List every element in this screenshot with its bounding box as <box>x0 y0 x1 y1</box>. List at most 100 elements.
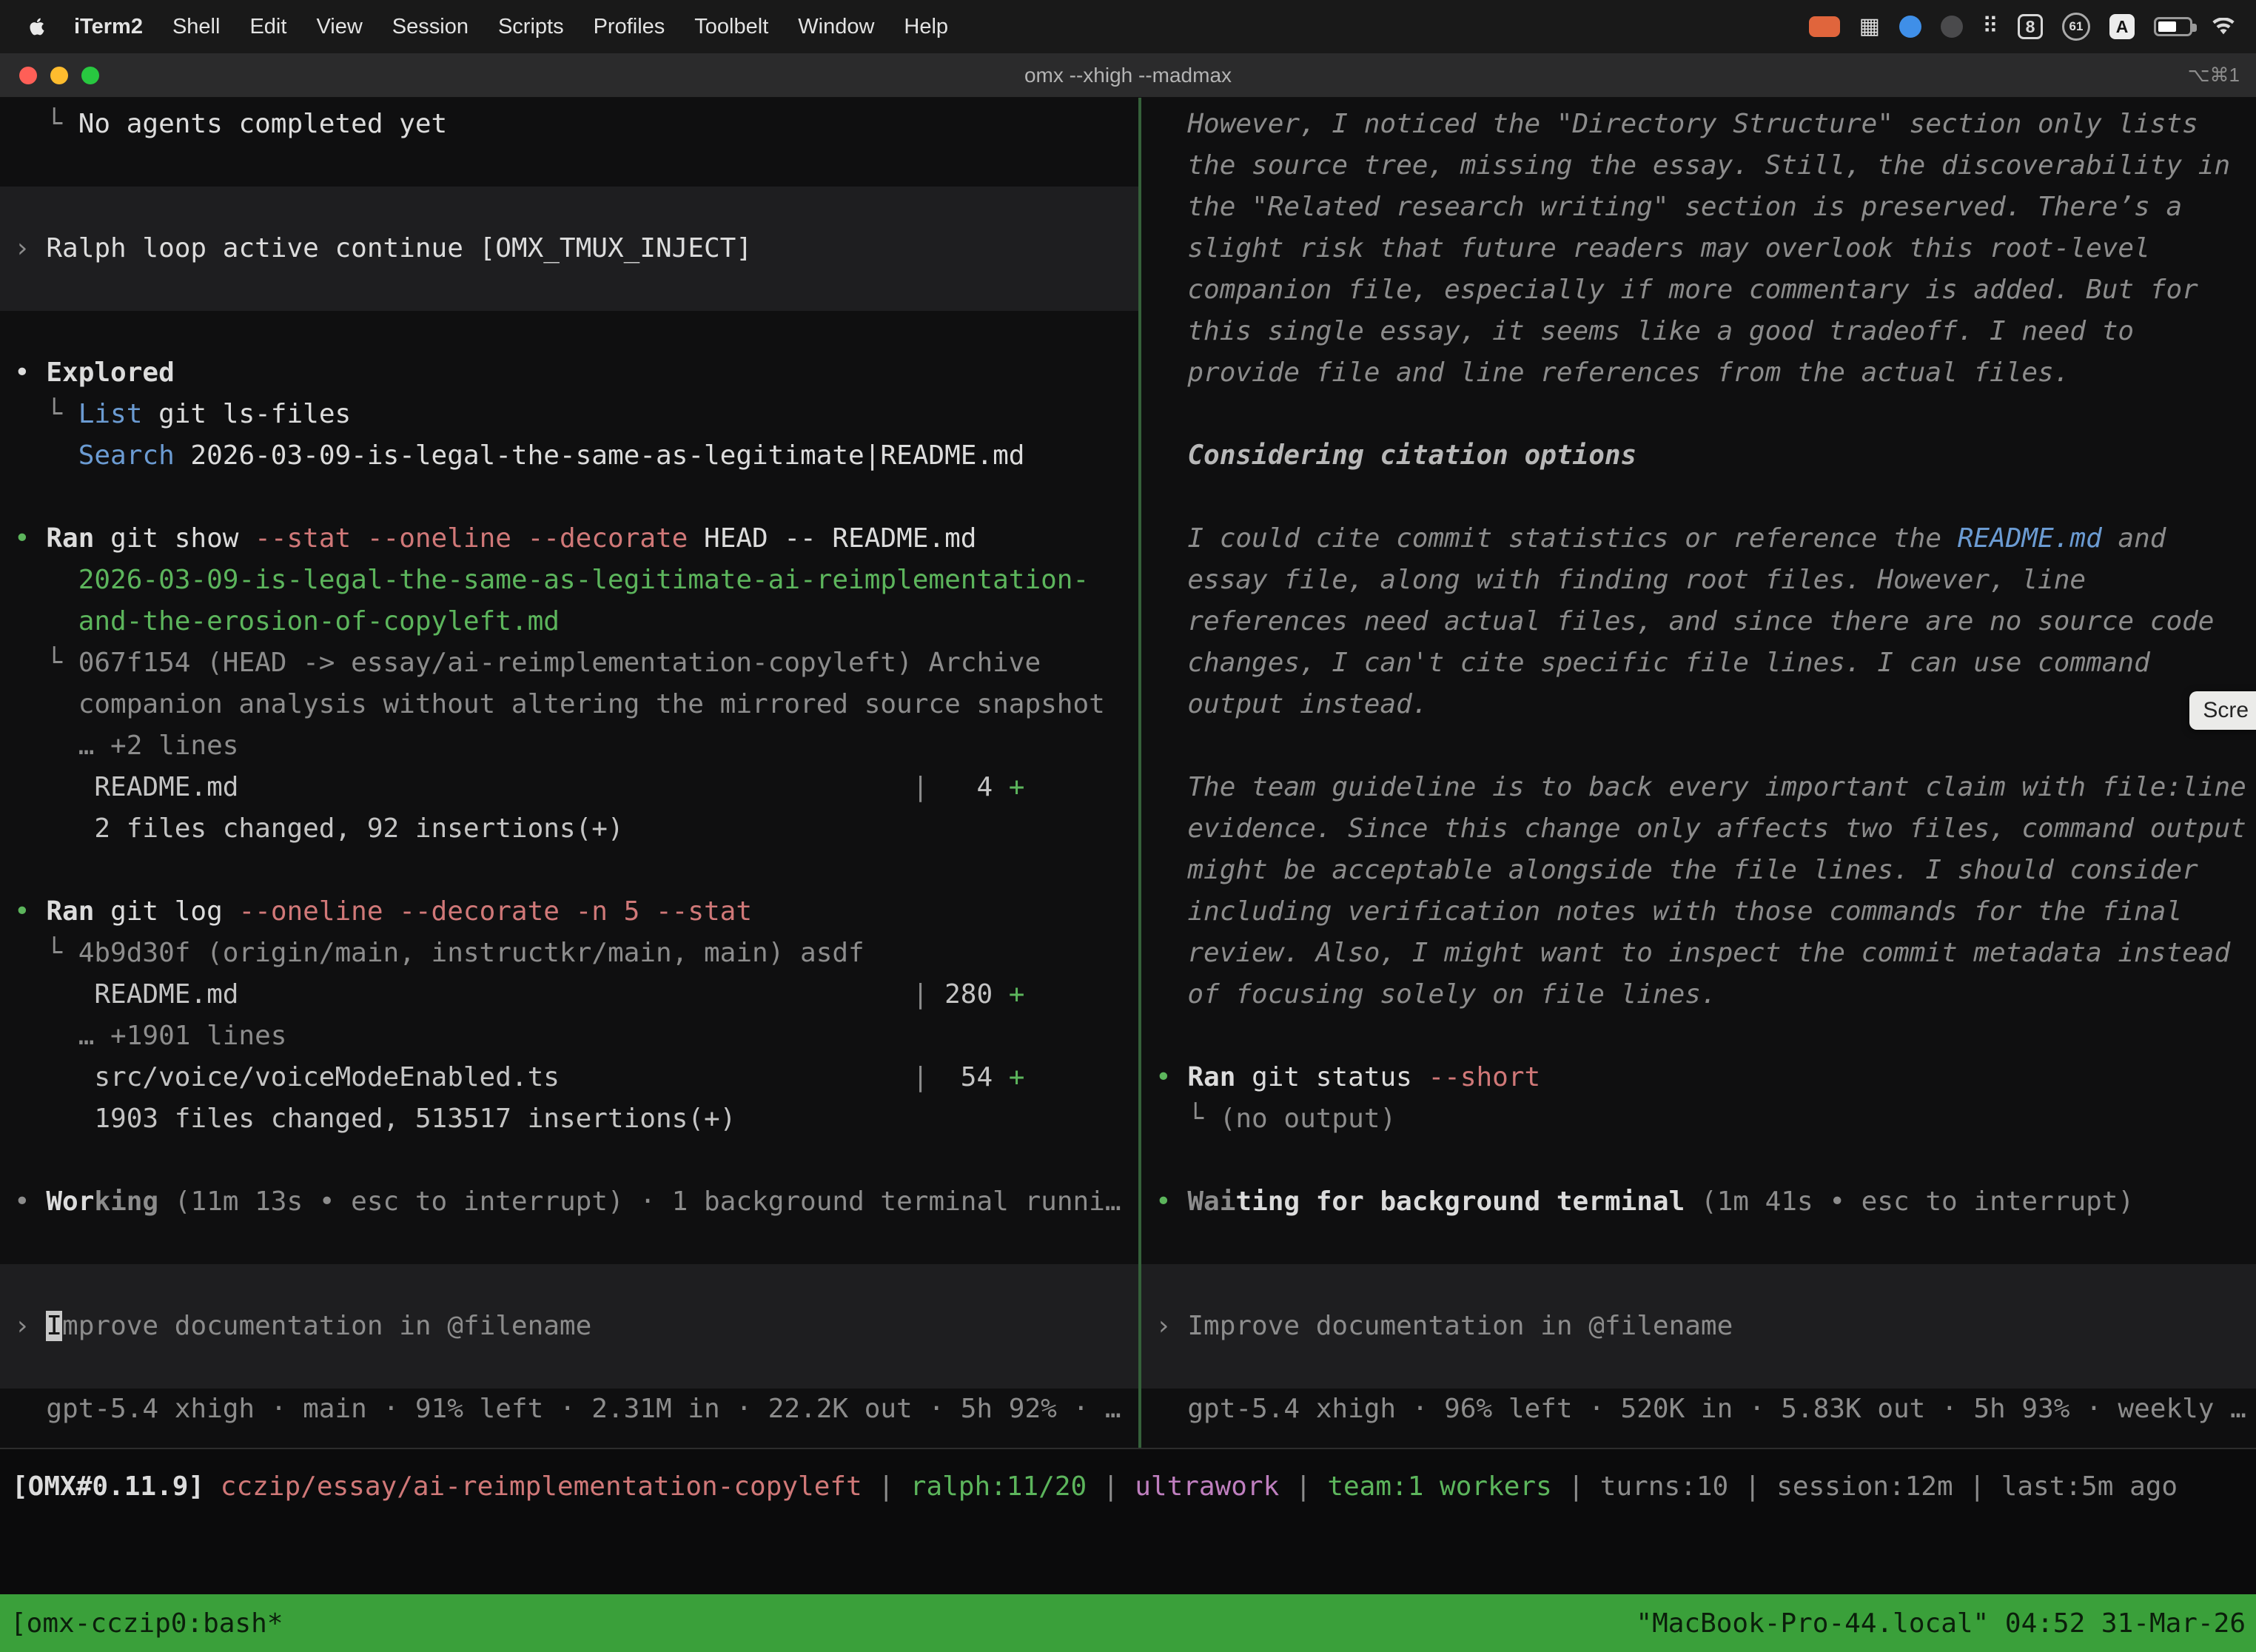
terminal-line <box>0 850 1138 891</box>
terminal-line <box>0 1347 1138 1389</box>
terminal-line: 2026-03-09-is-legal-the-same-as-legitima… <box>0 560 1138 601</box>
context-stats-line: gpt-5.4 xhigh · 96% left · 520K in · 5.8… <box>1141 1389 2256 1430</box>
terminal-line: • Ran git log --oneline --decorate -n 5 … <box>0 891 1138 933</box>
apple-icon <box>30 17 44 36</box>
bottom-gap <box>0 1511 2256 1594</box>
terminal-line: companion file, especially if more comme… <box>1141 269 2256 311</box>
status-segment: team:1 workers <box>1327 1471 1551 1502</box>
terminal-line: README.md | 4 + <box>0 767 1138 808</box>
terminal-line: references need actual files, and since … <box>1141 601 2256 642</box>
menu-item-scripts[interactable]: Scripts <box>498 15 564 39</box>
tmux-host-clock: "MacBook-Pro-44.local" 04:52 31-Mar-26 <box>1636 1608 2246 1639</box>
screen-recording-icon[interactable] <box>1809 16 1840 37</box>
screen-tooltip[interactable]: Scre <box>2189 691 2256 730</box>
dots-grid-icon[interactable]: ⠿ <box>1982 16 1998 38</box>
thinking-heading: Considering citation options <box>1141 435 2256 477</box>
status-segment: | <box>862 1471 910 1502</box>
prompt-input[interactable]: › Improve documentation in @filename <box>0 1306 1138 1347</box>
terminal-line: slight risk that future readers may over… <box>1141 228 2256 269</box>
status-segment: | <box>1953 1471 2001 1502</box>
screen: iTerm2 Shell Edit View Session Scripts Profile… <box>0 0 2256 1652</box>
zoom-button[interactable] <box>81 67 99 84</box>
menu-item-iterm2[interactable]: iTerm2 <box>74 15 143 39</box>
traffic-lights <box>0 67 99 84</box>
working-status-line: • Working (11m 13s • esc to interrupt) ·… <box>0 1181 1138 1223</box>
minimize-button[interactable] <box>50 67 68 84</box>
window-title-bar[interactable]: omx --xhigh --madmax ⌥⌘1 <box>0 53 2256 98</box>
ralph-loop-banner: › Ralph loop active continue [OMX_TMUX_I… <box>0 228 1138 269</box>
terminal-line: the source tree, missing the essay. Stil… <box>1141 145 2256 187</box>
terminal-line: and-the-erosion-of-copyleft.md <box>0 601 1138 642</box>
terminal-line: However, I noticed the "Directory Struct… <box>1141 104 2256 145</box>
key-8-icon[interactable]: 8 <box>2018 14 2043 39</box>
apple-menu[interactable] <box>30 17 44 36</box>
context-stats-line: gpt-5.4 xhigh · main · 91% left · 2.31M … <box>0 1389 1138 1430</box>
menu-items: iTerm2 Shell Edit View Session Scripts Profile… <box>74 15 948 39</box>
terminal-line: └ 067f154 (HEAD -> essay/ai-reimplementa… <box>0 642 1138 684</box>
terminal-pane-left[interactable]: └ No agents completed yet › Ralph loop ac… <box>0 98 1138 1448</box>
terminal-line <box>0 269 1138 311</box>
menu-item-toolbelt[interactable]: Toolbelt <box>694 15 768 39</box>
terminal-line: The team guideline is to back every impo… <box>1141 767 2256 808</box>
terminal-line: evidence. Since this change only affects… <box>1141 808 2256 850</box>
menu-item-shell[interactable]: Shell <box>172 15 221 39</box>
terminal-line: changes, I can't cite specific file line… <box>1141 642 2256 684</box>
status-segment: [OMX#0.11.9] <box>12 1471 204 1502</box>
terminal-line: 2 files changed, 92 insertions(+) <box>0 808 1138 850</box>
battery-percent-icon[interactable]: 61 <box>2062 13 2090 41</box>
terminal-pane-right[interactable]: However, I noticed the "Directory Struct… <box>1141 98 2256 1448</box>
terminal-line: README.md | 280 + <box>0 974 1138 1015</box>
terminal-line: companion analysis without altering the … <box>0 684 1138 725</box>
terminal-line <box>1141 477 2256 518</box>
terminal-line: • Ran git show --stat --oneline --decora… <box>0 518 1138 560</box>
terminal-line: └ No agents completed yet <box>0 104 1138 145</box>
prompt-input[interactable]: › Improve documentation in @filename <box>1141 1306 2256 1347</box>
wifi-icon[interactable] <box>2212 18 2235 36</box>
terminal-line: I could cite commit statistics or refere… <box>1141 518 2256 560</box>
terminal-line <box>1141 394 2256 435</box>
dark-app-icon[interactable] <box>1941 16 1963 38</box>
menu-item-window[interactable]: Window <box>798 15 874 39</box>
terminal-line <box>0 145 1138 187</box>
close-button[interactable] <box>19 67 37 84</box>
input-source-icon[interactable]: A <box>2109 14 2135 39</box>
window-title: omx --xhigh --madmax <box>0 64 2256 87</box>
battery-icon[interactable] <box>2154 17 2192 36</box>
status-segment: session:12m <box>1776 1471 1953 1502</box>
waiting-status-line: • Waiting for background terminal (1m 41… <box>1141 1181 2256 1223</box>
terminal-line: └ 4b9d30f (origin/main, instructkr/main,… <box>0 933 1138 974</box>
status-segment: cczip/essay/ai-reimplementation-copyleft <box>221 1471 862 1502</box>
terminal-line <box>0 311 1138 352</box>
terminal-line: src/voice/voiceModeEnabled.ts | 54 + <box>0 1057 1138 1098</box>
status-segment: turns:10 <box>1600 1471 1728 1502</box>
blue-app-icon[interactable] <box>1899 16 1921 38</box>
terminal-line: 1903 files changed, 513517 insertions(+) <box>0 1098 1138 1140</box>
menu-item-help[interactable]: Help <box>904 15 948 39</box>
menu-item-view[interactable]: View <box>316 15 362 39</box>
status-segment: last:5m ago <box>2001 1471 2178 1502</box>
terminal-line <box>0 187 1138 228</box>
menu-item-session[interactable]: Session <box>392 15 469 39</box>
terminal-line <box>1141 1347 2256 1389</box>
status-segment: | <box>1087 1471 1135 1502</box>
terminal-line: … +1901 lines <box>0 1015 1138 1057</box>
status-segment: | <box>1552 1471 1600 1502</box>
terminal-line: … +2 lines <box>0 725 1138 767</box>
terminal-line: including verification notes with those … <box>1141 891 2256 933</box>
terminal-line: output instead. <box>1141 684 2256 725</box>
terminal-line: • Ran git status --short <box>1141 1057 2256 1098</box>
window-shortcut-badge: ⌥⌘1 <box>2188 64 2256 87</box>
terminal-line: essay file, along with finding root file… <box>1141 560 2256 601</box>
terminal-line: of focusing solely on file lines. <box>1141 974 2256 1015</box>
grid-icon[interactable]: ▦ <box>1859 16 1880 38</box>
menu-item-edit[interactable]: Edit <box>249 15 286 39</box>
menu-bar-status-icons: ▦ ⠿ 8 61 A <box>1809 13 2235 41</box>
menu-item-profiles[interactable]: Profiles <box>594 15 665 39</box>
tmux-status-bar: [omx-cczip0:bash* "MacBook-Pro-44.local"… <box>0 1594 2256 1652</box>
terminal-line: └ (no output) <box>1141 1098 2256 1140</box>
terminal-line: └ List git ls-files <box>0 394 1138 435</box>
tmux-session-label: [omx-cczip0:bash* <box>10 1608 283 1639</box>
terminal-line <box>1141 1140 2256 1181</box>
terminal-line <box>0 477 1138 518</box>
terminal-line <box>1141 725 2256 767</box>
